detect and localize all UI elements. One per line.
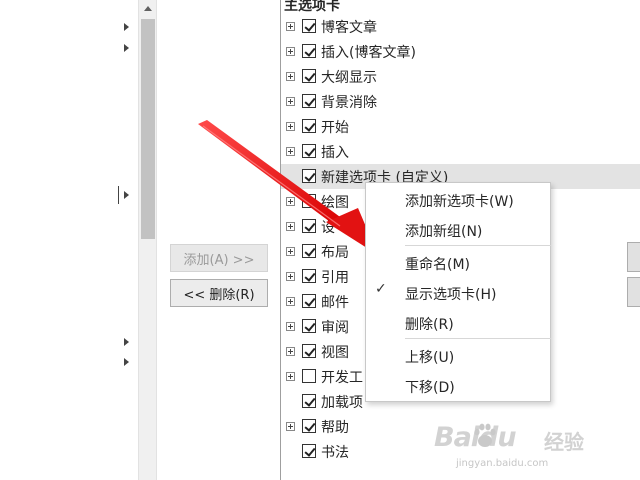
expand-plus-icon[interactable]	[286, 22, 295, 31]
expand-plus-icon[interactable]	[286, 147, 295, 156]
tree-item-label: 邮件	[321, 295, 349, 311]
tab-checkbox[interactable]	[302, 19, 316, 33]
move-up-button[interactable]	[627, 242, 640, 272]
tree-item-label: 插入(博客文章)	[321, 45, 416, 61]
add-button[interactable]: 添加(A) >>	[170, 244, 268, 272]
tab-checkbox[interactable]	[302, 119, 316, 133]
tree-item[interactable]: 插入	[281, 139, 640, 164]
menu-add-new-group-label: 添加新组(N)	[405, 224, 483, 240]
menu-move-up[interactable]: 上移(U)	[366, 343, 550, 369]
tree-item-label: 书法	[321, 445, 349, 461]
tree-item-label: 大纲显示	[321, 70, 377, 86]
watermark-url: jingyan.baidu.com	[456, 458, 549, 469]
expand-arrow-icon[interactable]	[124, 358, 129, 366]
expand-plus-icon[interactable]	[286, 422, 295, 431]
tree-item[interactable]: 大纲显示	[281, 64, 640, 89]
tab-checkbox[interactable]	[302, 294, 316, 308]
menu-remove-label: 删除(R)	[405, 317, 454, 333]
tab-checkbox[interactable]	[302, 219, 316, 233]
tree-item-label: 开发工	[321, 370, 363, 386]
remove-button[interactable]: << 删除(R)	[170, 279, 268, 307]
tree-item-label: 审阅	[321, 320, 349, 336]
tree-item[interactable]: 插入(博客文章)	[281, 39, 640, 64]
tree-item-label: 设	[321, 220, 335, 236]
tree-item-label: 开始	[321, 120, 349, 136]
tab-checkbox[interactable]	[302, 194, 316, 208]
menu-add-new-tab[interactable]: 添加新选项卡(W)	[366, 187, 550, 213]
left-command-tree	[0, 0, 138, 480]
expand-arrow-icon[interactable]	[124, 23, 129, 31]
move-down-button[interactable]	[627, 277, 640, 307]
scroll-up-icon[interactable]	[139, 0, 156, 17]
expand-plus-icon[interactable]	[286, 272, 295, 281]
tree-item-label: 背景消除	[321, 95, 377, 111]
expand-arrow-icon[interactable]	[124, 191, 129, 199]
tab-checkbox[interactable]	[302, 369, 316, 383]
tab-checkbox[interactable]	[302, 344, 316, 358]
expand-arrow-icon[interactable]	[124, 44, 129, 52]
expand-plus-icon[interactable]	[286, 197, 295, 206]
scrollbar-thumb[interactable]	[141, 19, 155, 239]
tree-item[interactable]: 开始	[281, 114, 640, 139]
watermark-brand-cn: 经验	[544, 430, 584, 454]
menu-show-tab[interactable]: ✓ 显示选项卡(H)	[366, 280, 550, 306]
expand-plus-icon[interactable]	[286, 72, 295, 81]
tree-item-label: 视图	[321, 345, 349, 361]
tab-checkbox[interactable]	[302, 269, 316, 283]
expand-plus-icon[interactable]	[286, 222, 295, 231]
tree-item-label: 布局	[321, 245, 349, 261]
menu-add-new-group[interactable]: 添加新组(N)	[366, 217, 550, 243]
expand-plus-icon[interactable]	[286, 122, 295, 131]
menu-move-down[interactable]: 下移(D)	[366, 373, 550, 399]
check-icon: ✓	[375, 281, 387, 297]
tab-checkbox[interactable]	[302, 44, 316, 58]
selection-marker	[118, 186, 119, 204]
expand-plus-icon[interactable]	[286, 247, 295, 256]
tree-item-label: 帮助	[321, 420, 349, 436]
tree-item[interactable]: 背景消除	[281, 89, 640, 114]
context-menu: 添加新选项卡(W) 添加新组(N) 重命名(M) ✓ 显示选项卡(H) 删除(R…	[365, 182, 551, 402]
tab-checkbox[interactable]	[302, 94, 316, 108]
menu-move-down-label: 下移(D)	[405, 380, 455, 396]
tree-item[interactable]: 博客文章	[281, 14, 640, 39]
baidu-watermark: Baidu 经验 jingyan.baidu.com	[434, 418, 604, 476]
tab-checkbox[interactable]	[302, 444, 316, 458]
tab-checkbox[interactable]	[302, 394, 316, 408]
tab-checkbox[interactable]	[302, 244, 316, 258]
menu-divider	[405, 245, 551, 246]
menu-move-up-label: 上移(U)	[405, 350, 455, 366]
expand-plus-icon[interactable]	[286, 97, 295, 106]
tab-checkbox[interactable]	[302, 419, 316, 433]
tree-item-label: 插入	[321, 145, 349, 161]
menu-remove[interactable]: 删除(R)	[366, 310, 550, 336]
menu-rename[interactable]: 重命名(M)	[366, 250, 550, 276]
menu-add-new-tab-label: 添加新选项卡(W)	[405, 194, 514, 210]
expand-plus-icon[interactable]	[286, 297, 295, 306]
menu-rename-label: 重命名(M)	[405, 257, 471, 273]
tree-header: 主选项卡	[284, 0, 340, 14]
menu-divider	[405, 338, 551, 339]
tab-checkbox[interactable]	[302, 69, 316, 83]
tree-item-label: 绘图	[321, 195, 349, 211]
expand-plus-icon[interactable]	[286, 322, 295, 331]
left-scrollbar[interactable]	[138, 0, 157, 480]
expand-plus-icon[interactable]	[286, 47, 295, 56]
tree-item-label: 博客文章	[321, 20, 377, 36]
expand-arrow-icon[interactable]	[124, 338, 129, 346]
tab-checkbox[interactable]	[302, 169, 316, 183]
tree-item-label: 引用	[321, 270, 349, 286]
expand-plus-icon[interactable]	[286, 372, 295, 381]
expand-plus-icon[interactable]	[286, 347, 295, 356]
tab-checkbox[interactable]	[302, 319, 316, 333]
paw-icon	[474, 423, 496, 447]
menu-show-tab-label: 显示选项卡(H)	[405, 287, 497, 303]
tab-checkbox[interactable]	[302, 144, 316, 158]
tree-item-label: 加载项	[321, 395, 363, 411]
